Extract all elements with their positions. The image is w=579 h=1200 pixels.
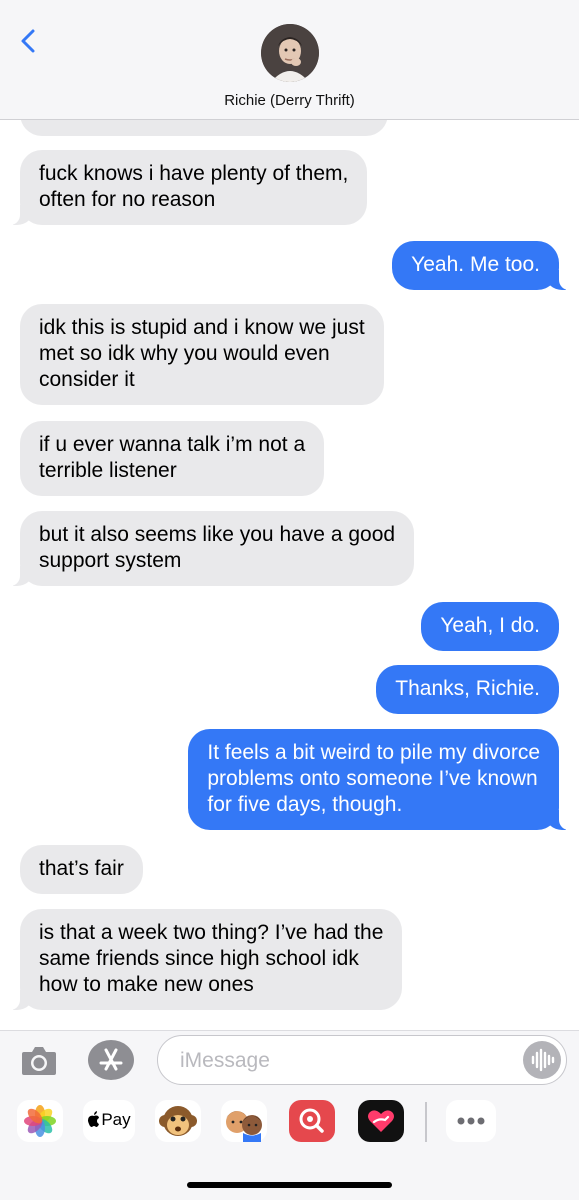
message-input-placeholder: iMessage bbox=[180, 1049, 270, 1072]
monkey-emoji-icon[interactable] bbox=[155, 1100, 201, 1142]
apple-pay-icon[interactable]: Pay bbox=[83, 1100, 135, 1142]
message-bubble-outgoing[interactable]: It feels a bit weird to pile my divorce … bbox=[188, 729, 569, 830]
message-bubble-incoming[interactable]: is that a week two thing? I’ve had the s… bbox=[9, 909, 403, 1010]
app-store-icon[interactable] bbox=[88, 1040, 134, 1080]
back-chevron-icon[interactable] bbox=[14, 26, 44, 56]
message-bubble-incoming[interactable]: idk this is stupid and i know we just me… bbox=[20, 304, 384, 405]
message-bubble-outgoing[interactable]: Thanks, Richie. bbox=[376, 665, 559, 714]
image-search-icon[interactable] bbox=[289, 1100, 335, 1142]
app-drawer-divider bbox=[425, 1102, 427, 1142]
audio-waveform-icon[interactable] bbox=[523, 1041, 561, 1079]
memoji-icon[interactable] bbox=[221, 1100, 267, 1142]
camera-icon[interactable] bbox=[20, 1042, 58, 1078]
message-bubble-incoming[interactable]: but it also seems like you have a good s… bbox=[9, 511, 415, 586]
contact-name[interactable]: Richie (Derry Thrift) bbox=[0, 92, 579, 109]
message-bubble-incoming[interactable]: if u ever wanna talk i’m not a terrible … bbox=[20, 421, 325, 496]
more-apps-icon[interactable] bbox=[446, 1100, 496, 1142]
message-thread: fuck knows i have plenty of them, often … bbox=[0, 0, 579, 1030]
message-bubble-outgoing[interactable]: Yeah, I do. bbox=[421, 602, 559, 651]
contact-avatar[interactable] bbox=[261, 24, 319, 82]
apple-logo-icon bbox=[88, 1111, 100, 1127]
apple-pay-text: Pay bbox=[101, 1110, 131, 1129]
conversation-header: Richie (Derry Thrift) bbox=[0, 0, 579, 120]
apple-pay-label: Pay bbox=[83, 1110, 135, 1130]
photos-icon[interactable] bbox=[17, 1100, 63, 1142]
message-bubble-incoming[interactable]: that’s fair bbox=[20, 845, 143, 894]
digital-touch-icon[interactable] bbox=[358, 1100, 404, 1142]
message-bubble-outgoing[interactable]: Yeah. Me too. bbox=[392, 241, 569, 290]
message-input[interactable]: iMessage bbox=[157, 1035, 567, 1085]
message-bubble-incoming[interactable]: fuck knows i have plenty of them, often … bbox=[9, 150, 368, 225]
home-indicator[interactable] bbox=[187, 1182, 392, 1188]
app-drawer: Pay bbox=[0, 1100, 579, 1146]
